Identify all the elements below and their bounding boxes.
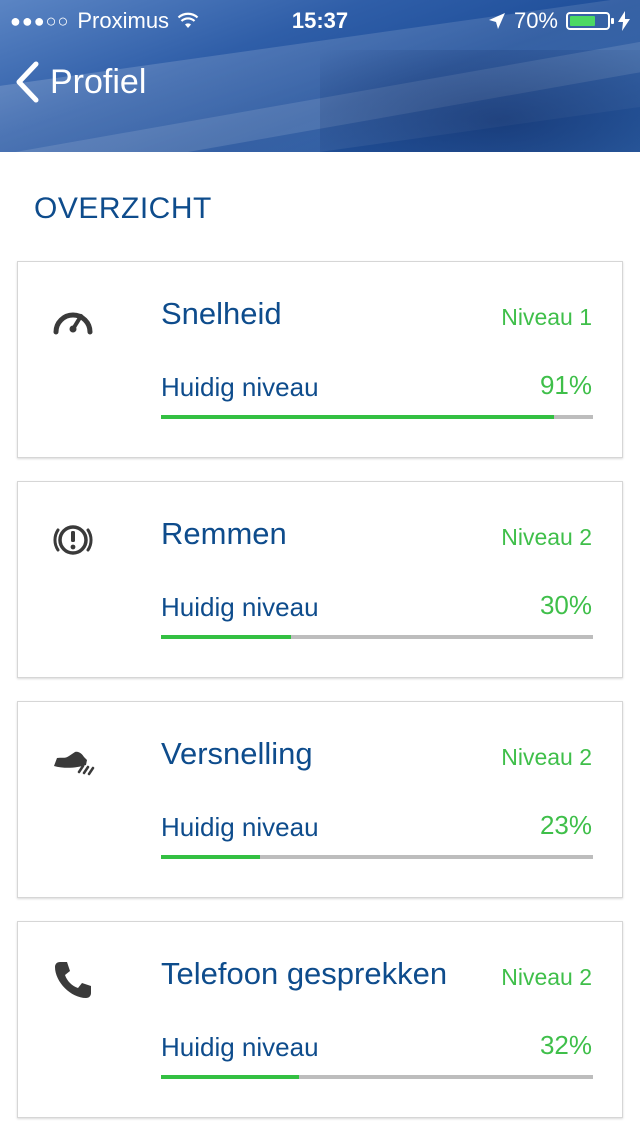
battery-fill [570, 16, 596, 26]
progress-bar [161, 415, 593, 419]
level-badge: Niveau 2 [501, 964, 592, 990]
phone-icon [55, 962, 91, 998]
location-arrow-icon [488, 13, 505, 29]
current-level-label: Huidig niveau [161, 1032, 319, 1062]
status-bar: ●●●○○ Proximus 15:37 70% [0, 0, 640, 40]
progress-bar [161, 635, 593, 639]
section-title: OVERZICHT [34, 192, 212, 225]
acceleration-shoe-icon [54, 751, 95, 776]
card-title: Remmen [161, 516, 287, 551]
current-level-label: Huidig niveau [161, 812, 319, 842]
card-telefoon-gesprekken[interactable]: Telefoon gesprekken Niveau 2 Huidig nive… [17, 921, 623, 1118]
progress-fill [161, 415, 555, 419]
level-badge: Niveau 2 [501, 744, 592, 770]
progress-bar [161, 855, 593, 859]
charging-bolt-icon [618, 11, 630, 31]
back-button[interactable]: Profiel [14, 60, 146, 104]
level-badge: Niveau 1 [501, 304, 592, 330]
card-remmen[interactable]: Remmen Niveau 2 Huidig niveau 30% [17, 481, 623, 678]
header-banner: ●●●○○ Proximus 15:37 70% Profiel [0, 0, 640, 152]
progress-fill [161, 1075, 300, 1079]
brake-warning-icon [53, 525, 93, 555]
level-badge: Niveau 2 [501, 524, 592, 550]
progress-percent: 32% [539, 1030, 592, 1060]
card-title: Snelheid [161, 296, 282, 331]
current-level-label: Huidig niveau [161, 372, 319, 402]
back-label: Profiel [50, 62, 147, 101]
speedometer-icon [53, 312, 93, 335]
battery-percent: 70% [513, 8, 558, 33]
progress-fill [161, 855, 261, 859]
current-level-label: Huidig niveau [161, 592, 319, 622]
card-versnelling[interactable]: Versnelling Niveau 2 Huidig niveau 23% [17, 701, 623, 898]
tree-shadow-background [320, 50, 640, 152]
progress-percent: 23% [539, 810, 592, 840]
progress-percent: 30% [539, 590, 592, 620]
card-snelheid[interactable]: Snelheid Niveau 1 Huidig niveau 91% [17, 261, 623, 458]
card-title: Versnelling [161, 736, 313, 771]
battery-icon [566, 12, 614, 30]
progress-percent: 91% [539, 370, 592, 400]
chevron-left-icon [16, 61, 39, 103]
card-title: Telefoon gesprekken [161, 956, 448, 991]
progress-bar [161, 1075, 593, 1079]
progress-fill [161, 635, 291, 639]
